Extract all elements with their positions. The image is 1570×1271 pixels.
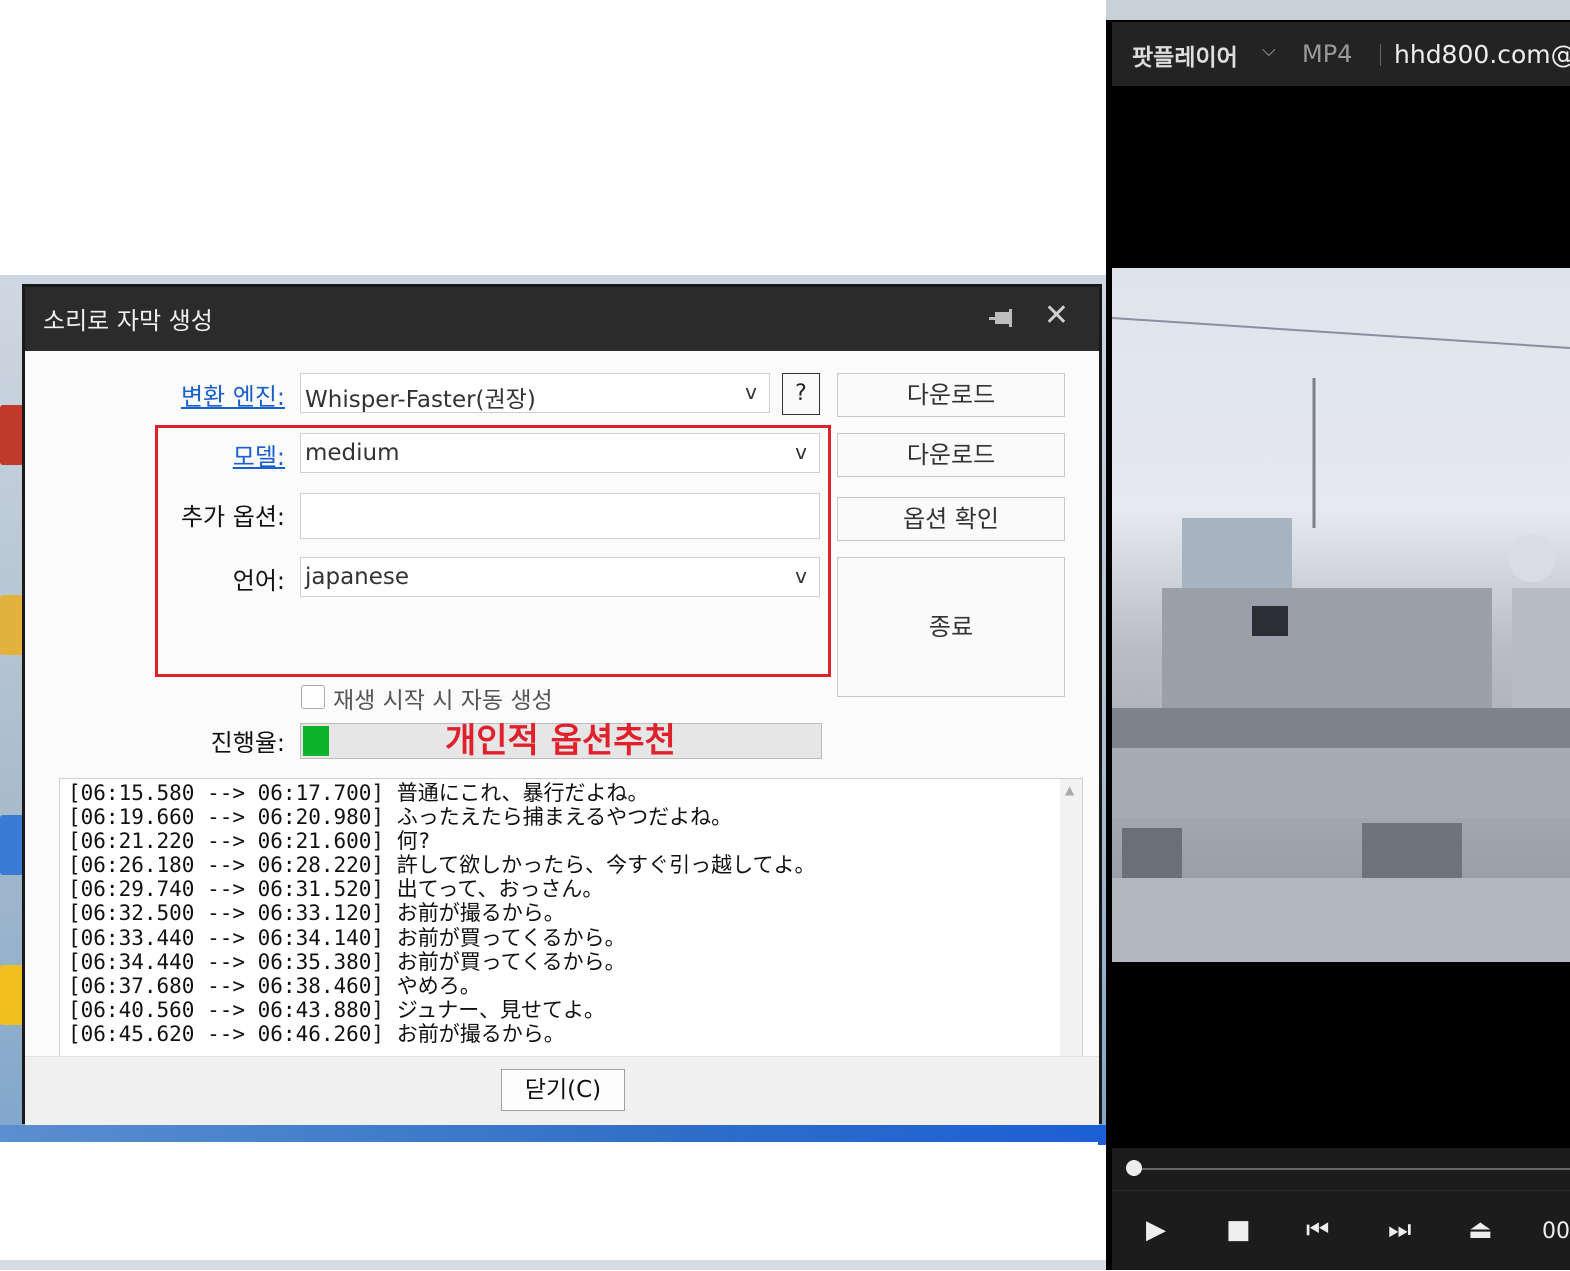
next-icon[interactable]: ⏭ bbox=[1388, 1215, 1411, 1246]
player-header: 팟플레이어 ⌵ MP4 hhd800.com@ bbox=[1112, 22, 1570, 86]
background-window bbox=[0, 1142, 1098, 1260]
background-strip bbox=[0, 1260, 1108, 1270]
potplayer-window: 팟플레이어 ⌵ MP4 hhd800.com@ ▶ ■ ⏮ ⏭ ⏏ 00 bbox=[1106, 0, 1570, 1270]
language-value: japanese bbox=[305, 564, 410, 590]
dialog-body: 변환 엔진: Whisper-Faster(권장) v ? 모델: medium… bbox=[25, 351, 1099, 1102]
log-line: [06:34.440 --> 06:35.380] お前が買ってくるから。 bbox=[68, 949, 626, 974]
player-top-edge bbox=[1106, 0, 1570, 20]
model-label-link[interactable]: 모델: bbox=[125, 437, 285, 472]
video-frame[interactable] bbox=[1112, 268, 1570, 962]
player-menu-button[interactable]: 팟플레이어 bbox=[1132, 38, 1238, 72]
engine-download-button[interactable]: 다운로드 bbox=[837, 373, 1065, 417]
log-line: [06:33.440 --> 06:34.140] お前が買ってくるから。 bbox=[68, 925, 626, 950]
log-line: [06:32.500 --> 06:33.120] お前が撮るから。 bbox=[68, 901, 565, 926]
desktop-icon-3[interactable] bbox=[0, 815, 24, 875]
player-controls: ▶ ■ ⏮ ⏭ ⏏ 00 bbox=[1112, 1148, 1570, 1270]
extra-options-label: 추가 옵션: bbox=[180, 503, 285, 531]
log-line: [06:26.180 --> 06:28.220] 許して欲しかったら、今すぐ引… bbox=[68, 853, 816, 878]
engine-label-link[interactable]: 변환 엔진: bbox=[125, 377, 285, 412]
log-line: [06:37.680 --> 06:38.460] やめろ。 bbox=[68, 973, 481, 998]
help-button[interactable]: ? bbox=[782, 373, 820, 415]
chevron-down-icon[interactable]: ⌵ bbox=[1262, 40, 1276, 61]
seek-bar[interactable] bbox=[1132, 1168, 1570, 1170]
model-download-button[interactable]: 다운로드 bbox=[837, 433, 1065, 477]
control-buttons: ▶ ■ ⏮ ⏭ ⏏ 00 bbox=[1112, 1190, 1570, 1271]
chevron-down-icon: v bbox=[795, 440, 807, 464]
dialog-title: 소리로 자막 생성 bbox=[43, 307, 213, 335]
language-label: 언어: bbox=[232, 567, 285, 595]
autostart-label: 재생 시작 시 자동 생성 bbox=[333, 688, 553, 714]
annotation-text: 개인적 옵션추천 bbox=[445, 721, 676, 761]
desktop-icon-2[interactable] bbox=[0, 595, 24, 655]
dialog-footer: 닫기(C) bbox=[25, 1056, 1099, 1125]
language-select[interactable]: japanese v bbox=[300, 557, 820, 597]
pin-icon[interactable] bbox=[987, 305, 1015, 333]
log-line: [06:19.660 --> 06:20.980] ふったえたら捕まえるやつだよ… bbox=[68, 805, 733, 830]
subtitle-generation-dialog: 소리로 자막 생성 ✕ 변환 엔진: Whisper-Faster(권장) v … bbox=[22, 284, 1102, 1125]
format-label: MP4 bbox=[1302, 40, 1353, 68]
engine-value: Whisper-Faster(권장) bbox=[305, 387, 536, 413]
progress-fill bbox=[303, 726, 329, 756]
log-line: [06:40.560 --> 06:43.880] ジュナー、見せてよ。 bbox=[68, 997, 606, 1022]
log-line: [06:21.220 --> 06:21.600] 何? bbox=[68, 829, 431, 854]
chevron-down-icon: v bbox=[795, 564, 807, 588]
seek-knob[interactable] bbox=[1126, 1160, 1142, 1176]
autostart-checkbox[interactable] bbox=[301, 685, 325, 709]
stop-icon[interactable]: ■ bbox=[1226, 1215, 1251, 1245]
time-display: 00 bbox=[1542, 1219, 1570, 1244]
close-button[interactable]: 닫기(C) bbox=[501, 1069, 625, 1111]
log-line: [06:15.580 --> 06:17.700] 普通にこれ、暴行だよね。 bbox=[68, 781, 649, 805]
stop-button[interactable]: 종료 bbox=[837, 557, 1065, 697]
desktop-icon-4[interactable] bbox=[0, 965, 24, 1025]
vertical-scrollbar[interactable]: ▲ ▼ bbox=[1060, 779, 1082, 1075]
model-select[interactable]: medium v bbox=[300, 433, 820, 473]
desktop-icon-1[interactable] bbox=[0, 405, 24, 465]
engine-select[interactable]: Whisper-Faster(권장) v bbox=[300, 373, 770, 413]
model-value: medium bbox=[305, 440, 400, 466]
file-title: hhd800.com@ bbox=[1394, 40, 1570, 69]
previous-icon[interactable]: ⏮ bbox=[1306, 1215, 1329, 1246]
eject-icon[interactable]: ⏏ bbox=[1468, 1215, 1493, 1245]
dialog-titlebar[interactable]: 소리로 자막 생성 ✕ bbox=[25, 287, 1099, 351]
log-lines: [06:15.580 --> 06:17.700] 普通にこれ、暴行だよね。 [0… bbox=[68, 781, 815, 1046]
progress-label: 진행율: bbox=[210, 729, 285, 757]
option-check-button[interactable]: 옵션 확인 bbox=[837, 497, 1065, 541]
extra-options-input[interactable] bbox=[300, 493, 820, 539]
close-icon[interactable]: ✕ bbox=[1044, 301, 1069, 331]
separator bbox=[1380, 44, 1381, 66]
play-icon[interactable]: ▶ bbox=[1146, 1215, 1166, 1245]
transcript-log[interactable]: [06:15.580 --> 06:17.700] 普通にこれ、暴行だよね。 [0… bbox=[59, 778, 1083, 1102]
chevron-down-icon: v bbox=[745, 380, 757, 404]
log-line: [06:45.620 --> 06:46.260] お前が撮るから。 bbox=[68, 1021, 565, 1046]
scroll-up-icon[interactable]: ▲ bbox=[1065, 783, 1074, 797]
log-line: [06:29.740 --> 06:31.520] 出てって、おっさん。 bbox=[68, 877, 604, 902]
